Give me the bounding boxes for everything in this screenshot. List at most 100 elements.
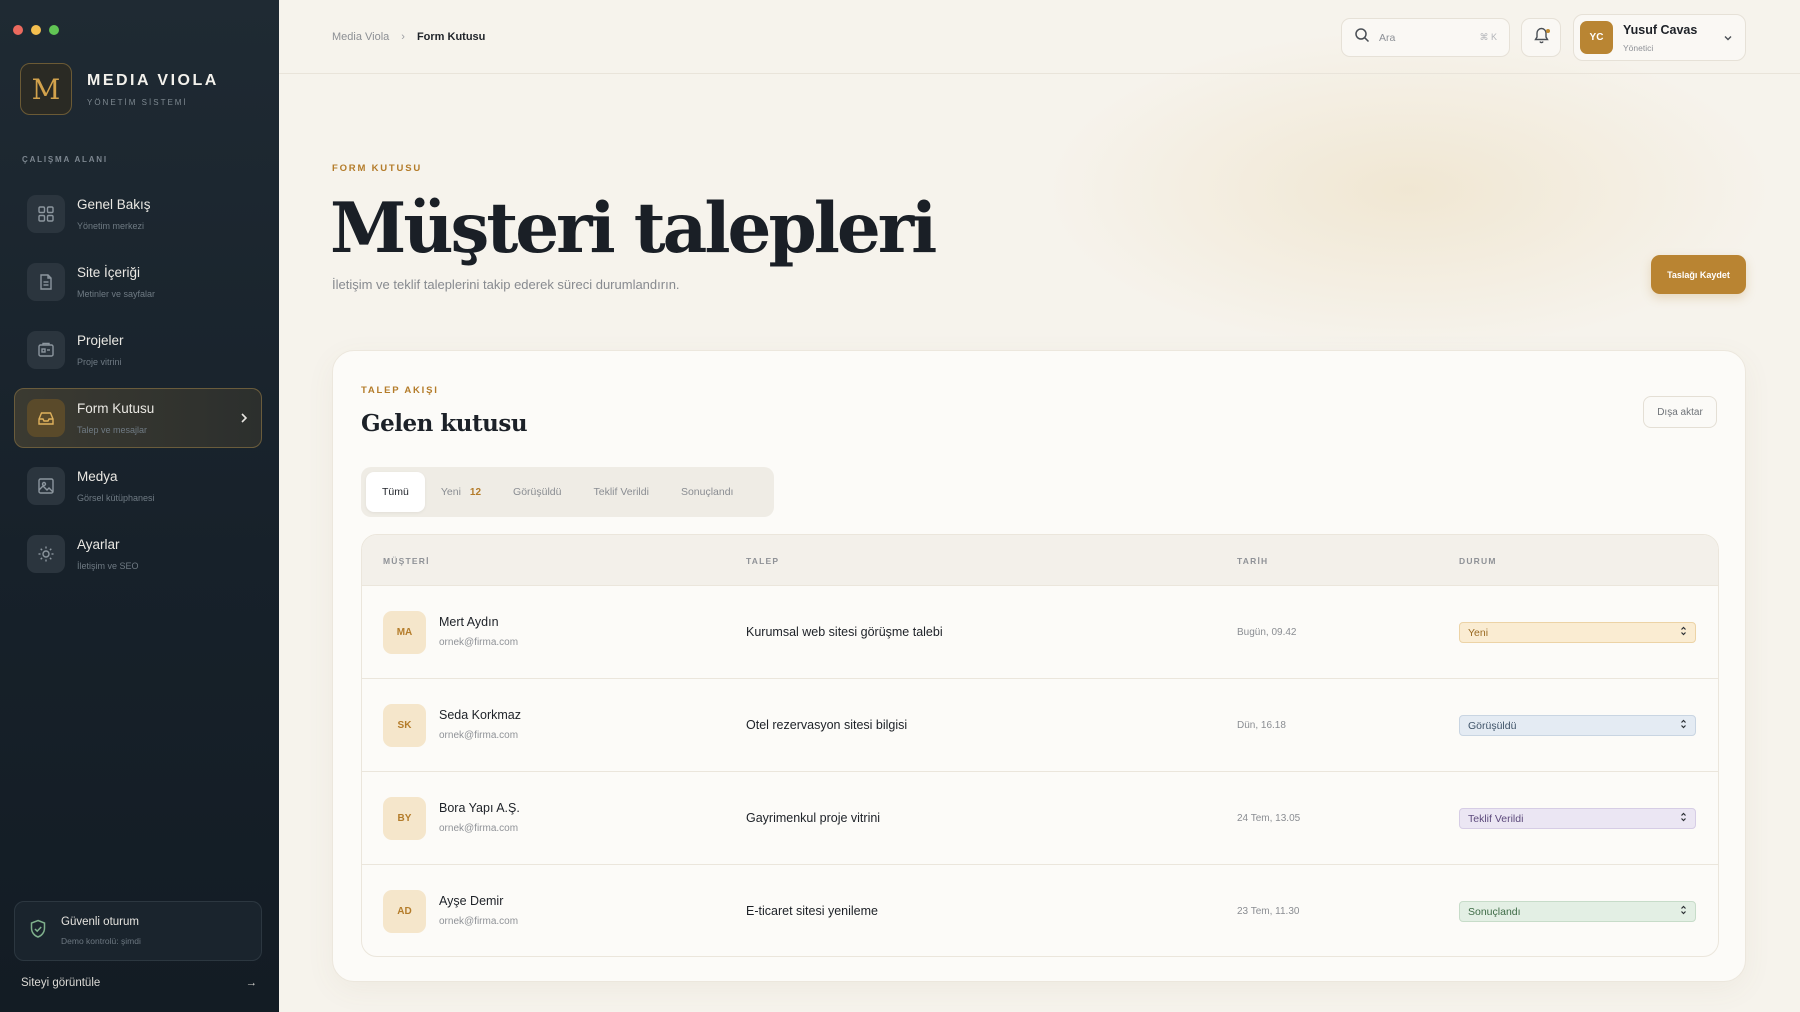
sidebar: M MEDIA VIOLA YÖNETİM SİSTEMİ ÇALIŞMA AL… <box>0 0 279 1012</box>
inbox-icon <box>27 399 65 437</box>
shield-check-icon <box>29 919 47 944</box>
chevron-down-icon <box>1723 29 1733 47</box>
section-label: ÇALIŞMA ALANI <box>22 155 108 164</box>
breadcrumb-current: Form Kutusu <box>416 31 486 43</box>
select-arrows-icon <box>1680 905 1687 918</box>
table-row[interactable]: SK Seda Korkmaz ornek@firma.com Otel rez… <box>362 679 1718 772</box>
breadcrumb-root[interactable]: Media Viola <box>332 31 389 43</box>
customer-email: ornek@firma.com <box>439 730 519 741</box>
table-row[interactable]: MA Mert Aydın ornek@firma.com Kurumsal w… <box>362 586 1718 679</box>
notifications-button[interactable] <box>1521 18 1561 57</box>
avatar: YC <box>1580 21 1613 54</box>
sidebar-item-label: Medya <box>77 469 118 484</box>
select-arrows-icon <box>1680 719 1687 732</box>
save-draft-button[interactable]: Taslağı Kaydet <box>1651 255 1746 294</box>
view-site-link[interactable]: Siteyi görüntüle → <box>21 977 257 989</box>
sidebar-item-sub: Metinler ve sayfalar <box>77 289 156 299</box>
table-row[interactable]: BY Bora Yapı A.Ş. ornek@firma.com Gayrim… <box>362 772 1718 865</box>
column-header-request: TALEP <box>746 556 780 566</box>
brand-name: MEDIA VIOLA <box>87 71 219 89</box>
status-select[interactable]: Görüşüldü <box>1459 715 1696 736</box>
notification-dot <box>1546 29 1550 33</box>
tab-label: Teklif Verildi <box>593 486 649 498</box>
page-eyebrow: FORM KUTUSU <box>332 163 422 174</box>
status-select[interactable]: Sonuçlandı <box>1459 901 1696 922</box>
tab-all[interactable]: Tümü <box>366 472 425 512</box>
page-title: Müşteri talepleri <box>330 188 937 269</box>
customer-email: ornek@firma.com <box>439 916 519 927</box>
status-value: Sonuçlandı <box>1468 905 1521 918</box>
sidebar-item-site-icerigi[interactable]: Site İçeriği Metinler ve sayfalar <box>14 252 262 312</box>
sidebar-item-label: Form Kutusu <box>77 401 155 416</box>
view-site-label: Siteyi görüntüle <box>21 977 101 989</box>
tab-seen[interactable]: Görüşüldü <box>497 472 577 512</box>
customer-email: ornek@firma.com <box>439 637 519 648</box>
topbar: Media Viola › Form Kutusu Ara ⌘ K YC Yus… <box>279 0 1800 74</box>
export-button[interactable]: Dışa aktar <box>1643 396 1717 428</box>
customer-name: Seda Korkmaz <box>439 708 521 722</box>
sidebar-item-label: Genel Bakış <box>77 197 151 212</box>
main-content: Media Viola › Form Kutusu Ara ⌘ K YC Yus… <box>279 0 1800 1012</box>
status-value: Teklif Verildi <box>1468 812 1524 825</box>
search-icon <box>1354 27 1370 48</box>
sidebar-item-medya[interactable]: Medya Görsel kütüphanesi <box>14 456 262 516</box>
breadcrumb-separator: › <box>401 31 405 43</box>
tab-concluded[interactable]: Sonuçlandı <box>665 472 750 512</box>
tab-count-badge: 12 <box>469 486 482 498</box>
sun-icon <box>27 535 65 573</box>
avatar: MA <box>383 611 426 654</box>
minimize-window-button[interactable] <box>31 25 41 35</box>
sidebar-item-sub: Talep ve mesajlar <box>77 425 148 435</box>
secure-session-card: Güvenli oturum Demo kontrolü: şimdi <box>14 901 262 961</box>
image-icon <box>27 467 65 505</box>
sidebar-item-genel-bakis[interactable]: Genel Bakış Yönetim merkezi <box>14 184 262 244</box>
brand[interactable]: M MEDIA VIOLA YÖNETİM SİSTEMİ <box>20 63 219 115</box>
sidebar-item-sub: Görsel kütüphanesi <box>77 493 155 503</box>
avatar: SK <box>383 704 426 747</box>
filter-tabs: Tümü Yeni 12 Görüşüldü Teklif Verildi So… <box>361 467 774 517</box>
request-title: Kurumsal web sitesi görüşme talebi <box>746 625 943 639</box>
page-subtitle: İletişim ve teklif taleplerini takip ede… <box>332 277 680 292</box>
inbox-card: TALEP AKIŞI Gelen kutusu Dışa aktar Tümü… <box>332 350 1746 982</box>
projects-icon <box>27 331 65 369</box>
sidebar-item-sub: Proje vitrini <box>77 357 122 367</box>
tab-new[interactable]: Yeni 12 <box>425 472 497 512</box>
status-value: Yeni <box>1468 626 1489 639</box>
user-name: Yusuf Cavas <box>1623 22 1698 37</box>
column-header-customer: MÜŞTERİ <box>383 556 430 566</box>
request-date: 23 Tem, 11.30 <box>1237 906 1300 917</box>
document-icon <box>27 263 65 301</box>
tab-offer-given[interactable]: Teklif Verildi <box>577 472 664 512</box>
tab-label: Tümü <box>382 486 409 498</box>
sidebar-item-ayarlar[interactable]: Ayarlar İletişim ve SEO <box>14 524 262 584</box>
request-date: Dün, 16.18 <box>1237 720 1286 731</box>
tab-label: Yeni <box>440 486 461 498</box>
maximize-window-button[interactable] <box>49 25 59 35</box>
customer-name: Bora Yapı A.Ş. <box>439 801 520 815</box>
chevron-right-icon <box>239 411 249 430</box>
table-row[interactable]: AD Ayşe Demir ornek@firma.com E-ticaret … <box>362 865 1718 956</box>
sidebar-item-label: Site İçeriği <box>77 265 141 280</box>
sidebar-item-projeler[interactable]: Projeler Proje vitrini <box>14 320 262 380</box>
tab-label: Görüşüldü <box>513 486 562 498</box>
customer-name: Ayşe Demir <box>439 894 504 908</box>
search-input[interactable]: Ara ⌘ K <box>1341 18 1510 57</box>
request-date: Bugün, 09.42 <box>1237 627 1297 638</box>
user-menu[interactable]: YC Yusuf Cavas Yönetici <box>1573 14 1746 61</box>
brand-logo: M <box>20 63 72 115</box>
select-arrows-icon <box>1680 626 1687 639</box>
status-select[interactable]: Teklif Verildi <box>1459 808 1696 829</box>
sidebar-item-form-kutusu[interactable]: Form Kutusu Talep ve mesajlar <box>14 388 262 448</box>
window-controls <box>13 25 59 35</box>
close-window-button[interactable] <box>13 25 23 35</box>
column-header-status: DURUM <box>1459 556 1497 566</box>
customer-name: Mert Aydın <box>439 615 499 629</box>
sidebar-item-sub: Yönetim merkezi <box>77 221 145 231</box>
sidebar-nav: Genel Bakış Yönetim merkezi Site İçeriği… <box>14 184 262 592</box>
request-title: Otel rezervasyon sitesi bilgisi <box>746 718 908 732</box>
sidebar-item-sub: İletişim ve SEO <box>77 561 139 571</box>
status-select[interactable]: Yeni <box>1459 622 1696 643</box>
request-title: Gayrimenkul proje vitrini <box>746 811 881 825</box>
search-placeholder: Ara <box>1379 31 1396 44</box>
avatar: BY <box>383 797 426 840</box>
